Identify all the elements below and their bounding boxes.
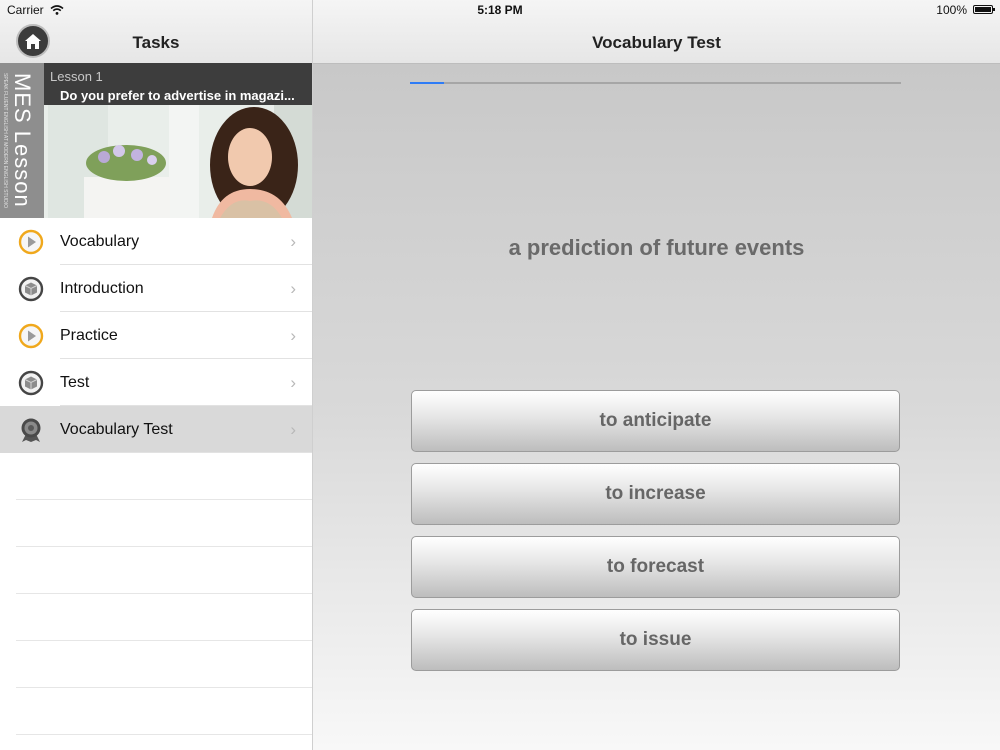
sidebar-item-label: Introduction — [60, 280, 144, 297]
battery-percent: 100% — [936, 3, 967, 17]
empty-row — [0, 688, 312, 735]
cube-icon — [18, 276, 44, 302]
clock: 5:18 PM — [477, 3, 523, 17]
empty-row — [0, 594, 312, 641]
battery-icon — [973, 5, 995, 14]
lesson-banner[interactable]: SPEAK FLUENT ENGLISH AT MODERN ENGLISH S… — [0, 63, 312, 218]
main-panel: Vocabulary Test a prediction of future e… — [313, 0, 1000, 750]
question-text: a prediction of future events — [508, 235, 805, 260]
sidebar-item-practice[interactable]: Practice › — [0, 312, 312, 359]
answer-button-1[interactable]: to anticipate — [411, 390, 900, 452]
chevron-right-icon: › — [290, 420, 296, 439]
chevron-right-icon: › — [290, 373, 296, 392]
answer-button-4[interactable]: to issue — [411, 609, 900, 671]
lesson-caption: Lesson 1 Do you prefer to advertise in m… — [44, 63, 312, 105]
brand-tagline: SPEAK FLUENT ENGLISH AT MODERN ENGLISH S… — [2, 73, 8, 209]
sidebar: Tasks SPEAK FLUENT ENGLISH AT MODERN ENG… — [0, 0, 313, 750]
sidebar-item-introduction[interactable]: Introduction › — [0, 265, 312, 312]
brand-strip: SPEAK FLUENT ENGLISH AT MODERN ENGLISH S… — [0, 63, 44, 218]
progress-bar — [410, 82, 901, 84]
status-bar: Carrier 5:18 PM 100% — [0, 0, 1000, 20]
award-icon — [18, 417, 44, 443]
empty-row — [0, 641, 312, 688]
sidebar-item-label: Test — [60, 374, 90, 391]
chevron-right-icon: › — [290, 326, 296, 345]
chevron-right-icon: › — [290, 232, 296, 251]
progress-fill — [410, 82, 445, 84]
empty-row — [0, 453, 312, 500]
chevron-right-icon: › — [290, 279, 296, 298]
answer-button-2[interactable]: to increase — [411, 463, 900, 525]
lesson-image — [44, 105, 312, 218]
sidebar-item-vocabulary[interactable]: Vocabulary › — [0, 218, 312, 265]
empty-row — [0, 500, 312, 547]
empty-row — [0, 547, 312, 594]
sidebar-item-label: Practice — [60, 327, 118, 344]
brand-logo: MES Lesson — [10, 73, 35, 208]
play-icon — [18, 323, 44, 349]
sidebar-item-test[interactable]: Test › — [0, 359, 312, 406]
answer-button-3[interactable]: to forecast — [411, 536, 900, 598]
sidebar-item-label: Vocabulary Test — [60, 421, 173, 438]
sidebar-item-label: Vocabulary — [60, 233, 140, 250]
sidebar-item-vocabulary-test[interactable]: Vocabulary Test › — [0, 406, 312, 453]
sidebar-title: Tasks — [132, 33, 180, 52]
task-list: Vocabulary › Introduction › Practice › T… — [0, 218, 312, 735]
page-title: Vocabulary Test — [592, 33, 721, 52]
lesson-label: Lesson 1 — [50, 69, 103, 84]
play-icon — [18, 229, 44, 255]
lesson-title: Do you prefer to advertise in magazi... — [60, 88, 295, 103]
cube-icon — [18, 370, 44, 396]
